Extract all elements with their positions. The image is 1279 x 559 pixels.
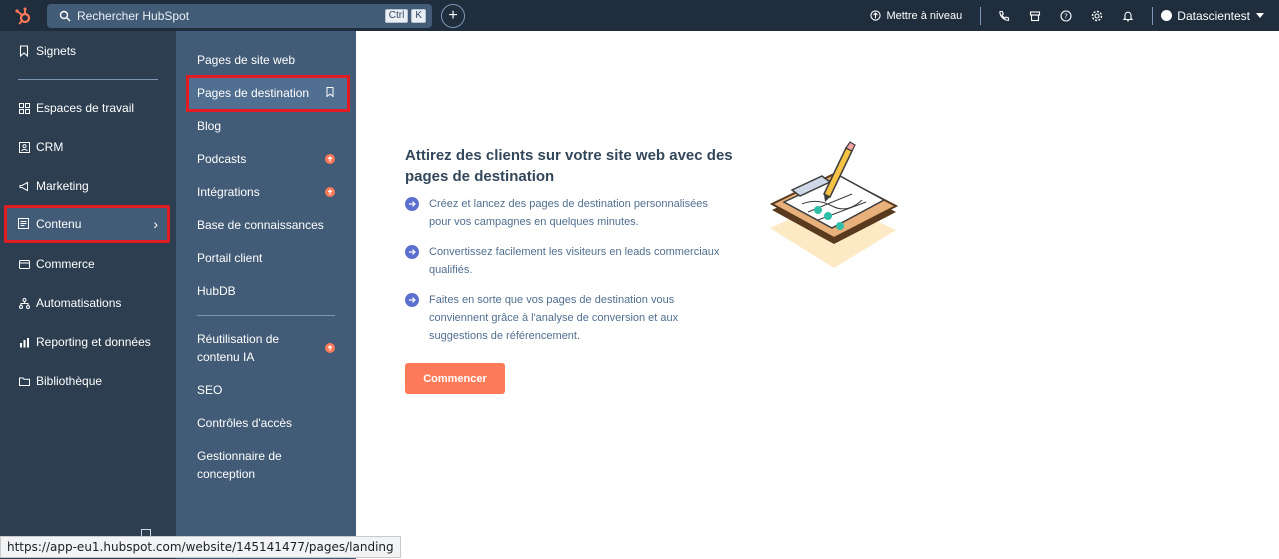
workflow-icon [18, 297, 30, 309]
feature-bullet: Créez et lancez des pages de destination… [405, 195, 725, 231]
arrow-right-icon [405, 197, 419, 211]
sidebar-item-reporting[interactable]: Reporting et données [18, 335, 151, 349]
content-icon [18, 218, 30, 230]
sidebar-item-content[interactable]: Contenu › [4, 205, 170, 243]
avatar [1161, 10, 1173, 21]
feature-bullet-text: Faites en sorte que vos pages de destina… [429, 294, 679, 342]
megaphone-icon [18, 180, 30, 192]
main-sidebar: Signets Espaces de travail CRM Marketing… [0, 31, 176, 559]
sidebar-divider [18, 79, 158, 80]
sidebar-item-label: CRM [36, 140, 64, 154]
sidebar-item-label: Reporting et données [36, 335, 151, 349]
upgrade-button[interactable]: Mettre à niveau [870, 10, 962, 22]
sidebar-item-workspaces[interactable]: Espaces de travail [18, 101, 134, 115]
get-started-button[interactable]: Commencer [405, 363, 505, 394]
bookmark-icon [18, 45, 30, 57]
content-submenu: Pages de site web Pages de destination B… [176, 31, 356, 559]
account-menu[interactable]: Datascientest [1161, 9, 1264, 23]
sidebar-item-bookmarks[interactable]: Signets [18, 44, 76, 58]
submenu-item-customer-portal[interactable]: Portail client [197, 249, 262, 267]
sidebar-item-marketing[interactable]: Marketing [18, 179, 89, 193]
upgrade-label: Mettre à niveau [886, 9, 963, 22]
submenu-item-access-controls[interactable]: Contrôles d'accès [197, 414, 292, 432]
divider [1152, 6, 1154, 25]
submenu-item-seo[interactable]: SEO [197, 381, 222, 399]
submenu-item-blog[interactable]: Blog [197, 117, 221, 135]
create-new-button[interactable]: + [441, 3, 465, 28]
sidebar-item-label: Signets [36, 44, 77, 58]
sidebar-item-label: Commerce [36, 257, 95, 271]
arrow-right-icon [405, 293, 419, 307]
phone-icon[interactable] [997, 9, 1011, 23]
account-name: Datascientest [1177, 8, 1250, 23]
svg-text:?: ? [1064, 12, 1068, 20]
top-navigation-bar: Rechercher HubSpot Ctrl K + Mettre à niv… [0, 0, 1279, 31]
clipboard-illustration [769, 141, 899, 268]
feature-bullet-text: Créez et lancez des pages de destination… [429, 198, 708, 228]
submenu-item-ai-content-reuse[interactable]: Réutilisation de contenu IA [197, 330, 307, 366]
shortcut-key-k: K [411, 8, 426, 23]
upgrade-badge-icon [325, 154, 335, 164]
upgrade-badge-icon [325, 343, 335, 353]
folder-icon [18, 375, 30, 387]
contact-card-icon [18, 141, 30, 153]
help-icon[interactable]: ? [1059, 9, 1073, 23]
submenu-item-landing-pages[interactable]: Pages de destination [197, 84, 309, 102]
submenu-item-integrations[interactable]: Intégrations [197, 183, 260, 201]
sidebar-item-label: Automatisations [36, 296, 122, 310]
search-placeholder: Rechercher HubSpot [77, 8, 190, 23]
arrow-right-icon [405, 245, 419, 259]
marketplace-icon[interactable] [1028, 9, 1042, 23]
sidebar-item-crm[interactable]: CRM [18, 140, 63, 154]
divider [980, 6, 982, 25]
sidebar-item-commerce[interactable]: Commerce [18, 257, 95, 271]
feature-bullet: Faites en sorte que vos pages de destina… [405, 291, 725, 345]
shortcut-key-ctrl: Ctrl [384, 8, 409, 23]
chevron-right-icon: › [153, 216, 158, 232]
submenu-item-website-pages[interactable]: Pages de site web [197, 51, 295, 69]
browser-status-url: https://app-eu1.hubspot.com/website/1451… [0, 536, 401, 558]
sidebar-item-library[interactable]: Bibliothèque [18, 374, 102, 388]
hubspot-logo-icon[interactable] [13, 6, 33, 26]
chevron-down-icon [1256, 13, 1264, 18]
notifications-bell-icon[interactable] [1121, 9, 1135, 23]
upgrade-arrow-icon [870, 10, 882, 21]
grid-icon [18, 102, 30, 114]
search-icon [59, 10, 71, 21]
topbar-right-section: Mettre à niveau ? Datascientest [870, 0, 1279, 31]
bookmark-icon[interactable] [326, 87, 334, 97]
sidebar-item-label: Espaces de travail [36, 101, 135, 115]
sidebar-item-automations[interactable]: Automatisations [18, 296, 121, 310]
feature-bullet: Convertissez facilement les visiteurs en… [405, 243, 725, 279]
sidebar-item-label: Contenu [36, 217, 82, 231]
upgrade-badge-icon [325, 187, 335, 197]
submenu-item-hubdb[interactable]: HubDB [197, 282, 236, 300]
submenu-item-podcasts[interactable]: Podcasts [197, 150, 246, 168]
submenu-divider [197, 315, 335, 316]
sidebar-item-label: Marketing [36, 179, 89, 193]
feature-bullet-text: Convertissez facilement les visiteurs en… [429, 246, 720, 276]
page-title: Attirez des clients sur votre site web a… [405, 147, 733, 185]
settings-gear-icon[interactable] [1090, 9, 1104, 23]
storefront-icon [18, 258, 30, 270]
submenu-item-design-manager[interactable]: Gestionnaire de conception [197, 447, 297, 483]
bar-chart-icon [18, 336, 30, 348]
submenu-item-knowledge-base[interactable]: Base de connaissances [197, 216, 324, 234]
sidebar-item-label: Bibliothèque [36, 374, 103, 388]
search-bar[interactable]: Rechercher HubSpot Ctrl K [47, 3, 432, 28]
